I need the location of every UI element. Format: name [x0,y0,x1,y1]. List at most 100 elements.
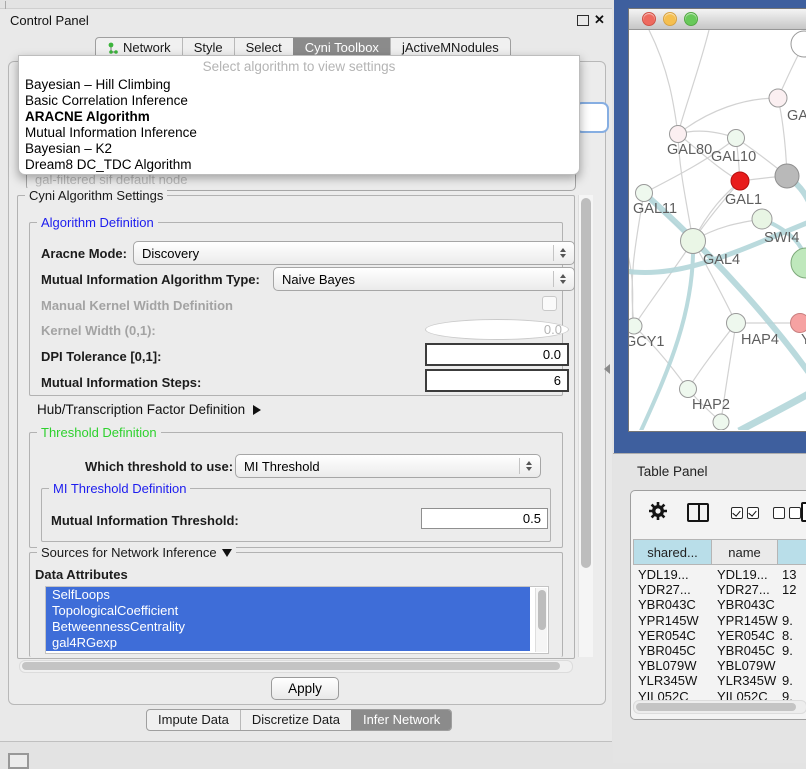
table-panel-title: Table Panel [637,464,708,479]
cell: 13 [778,567,806,582]
table-row[interactable]: YDL19... YDL19... 13 [633,567,806,582]
unchecked-box-icon [773,507,785,519]
settings-vertical-scrollbar[interactable] [578,195,593,657]
cell: YDR27... [633,582,712,597]
column-header-third[interactable] [778,539,806,565]
mi-algorithm-type-combo[interactable]: Naive Bayes [273,267,575,291]
table-row[interactable]: YDR27... YDR27... 12 [633,582,806,597]
node-big-green[interactable] [791,248,806,278]
list-item[interactable]: TopologicalCoefficient [46,603,530,619]
minimized-panel-icon[interactable] [8,753,29,769]
list-scrollbar[interactable] [535,588,547,652]
node-label: GAL80 [667,142,712,158]
node-salmon[interactable] [791,314,806,333]
inference-algorithm-combo-fragment[interactable] [575,102,609,133]
node-gal11[interactable] [636,185,653,202]
minimize-traffic-light-icon[interactable] [663,12,677,26]
table-row[interactable]: YBR043C YBR043C [633,597,806,612]
select-all-rows-icon[interactable] [731,506,763,524]
algorithm-option[interactable]: Dream8 DC_TDC Algorithm [25,157,192,173]
split-columns-icon[interactable] [687,503,709,522]
dpi-tolerance-label: DPI Tolerance [0,1]: [41,349,161,364]
node-label: GAL [787,108,806,124]
combo-arrows-icon [553,271,566,286]
settings-horizontal-scrollbar[interactable] [19,660,573,673]
hub-transcription-label: Hub/Transcription Factor Definition [37,402,245,417]
node-label: GCY1 [629,334,665,350]
node-hap4[interactable] [727,314,746,333]
group-title: MI Threshold Definition [49,481,190,496]
dpi-tolerance-field[interactable]: 0.0 [425,343,569,366]
apply-button[interactable]: Apply [271,677,339,700]
cell: YDR27... [712,582,778,597]
column-header-name[interactable]: name [712,539,778,565]
column-header-shared-name[interactable]: shared... [633,539,712,565]
node-label: GAL1 [725,192,762,208]
hub-transcription-section[interactable]: Hub/Transcription Factor Definition [37,402,261,417]
algorithm-option[interactable]: Basic Correlation Inference [25,93,188,109]
algorithm-option[interactable]: Bayesian – Hill Climbing [25,77,171,93]
cell: YBL079W [712,658,778,673]
node-label: GAL11 [633,201,677,217]
node-gal10[interactable] [728,130,745,147]
close-traffic-light-icon[interactable] [642,12,656,26]
table-hscroll-thumb[interactable] [636,703,796,711]
list-item[interactable]: SelfLoops [46,587,530,603]
zoom-traffic-light-icon[interactable] [684,12,698,26]
float-window-icon[interactable] [577,15,589,26]
dpi-tolerance-value: 0.0 [543,347,561,362]
aracne-mode-combo[interactable]: Discovery [133,241,575,265]
table-row[interactable]: YBL079W YBL079W [633,658,806,673]
node-gal1-red[interactable] [731,172,749,190]
algorithm-option[interactable]: Mutual Information Inference [25,125,197,141]
panel-title: Control Panel [10,13,89,28]
network-view-window[interactable]: GAL GAL80 GAL10 GAL1 GAL11 SWI4 GAL4 GCY… [628,8,806,432]
tab-impute-data[interactable]: Impute Data [147,710,240,730]
close-icon[interactable]: ✕ [594,12,605,28]
which-threshold-combo[interactable]: MI Threshold [235,454,541,478]
aracne-mode-label: Aracne Mode: [41,246,127,261]
mi-threshold-field[interactable]: 0.5 [421,508,548,529]
list-item[interactable]: gal4RGexp [46,635,530,651]
gear-icon[interactable] [647,500,669,522]
node-swi4[interactable] [752,209,772,229]
cell: 8. [778,628,806,643]
mi-steps-field[interactable]: 6 [425,369,569,392]
cell: YER054C [712,628,778,643]
settings-hscroll-thumb[interactable] [22,662,560,670]
cell: YPR145W [712,613,778,628]
node[interactable] [791,31,806,57]
combo-arrows-icon [553,245,566,260]
kernel-width-field[interactable]: 0.0 [425,319,569,340]
tab-infer-network[interactable]: Infer Network [351,710,451,730]
node-gal-pink[interactable] [769,89,787,107]
document-icon[interactable] [801,502,806,522]
node-hap2[interactable] [680,381,697,398]
tab-label: Impute Data [158,710,229,730]
list-item[interactable]: BetweennessCentrality [46,619,530,635]
tab-discretize-data[interactable]: Discretize Data [240,710,351,730]
table-row[interactable]: YLR345W YLR345W 9. [633,673,806,688]
node-bottom[interactable] [713,414,729,430]
node-gray[interactable] [775,164,799,188]
list-scrollbar-thumb[interactable] [538,590,546,630]
node-gcy1[interactable] [629,318,642,334]
expand-right-icon[interactable] [253,405,261,415]
node-gal80[interactable] [670,126,687,143]
table-horizontal-scrollbar[interactable] [633,700,806,714]
table-row[interactable]: YER054C YER054C 8. [633,628,806,643]
network-canvas[interactable]: GAL GAL80 GAL10 GAL1 GAL11 SWI4 GAL4 GCY… [629,30,806,430]
algorithm-option-selected[interactable]: ARACNE Algorithm [25,109,150,125]
collapse-down-icon[interactable] [222,549,232,557]
table-row[interactable]: YBR045C YBR045C 9. [633,643,806,658]
network-node-labels: GAL GAL80 GAL10 GAL1 GAL11 SWI4 GAL4 GCY… [629,108,806,413]
panel-splitter-handle[interactable] [604,364,610,374]
network-window-titlebar[interactable] [629,9,806,30]
data-attributes-list[interactable]: SelfLoops TopologicalCoefficient Between… [45,586,549,654]
table-row[interactable]: YPR145W YPR145W 9. [633,613,806,628]
algorithm-option[interactable]: Bayesian – K2 [25,141,112,157]
checked-box-icon [731,507,743,519]
settings-vscroll-thumb[interactable] [581,198,591,568]
manual-kernel-width-checkbox[interactable] [542,296,557,311]
node-gal4[interactable] [681,229,706,254]
